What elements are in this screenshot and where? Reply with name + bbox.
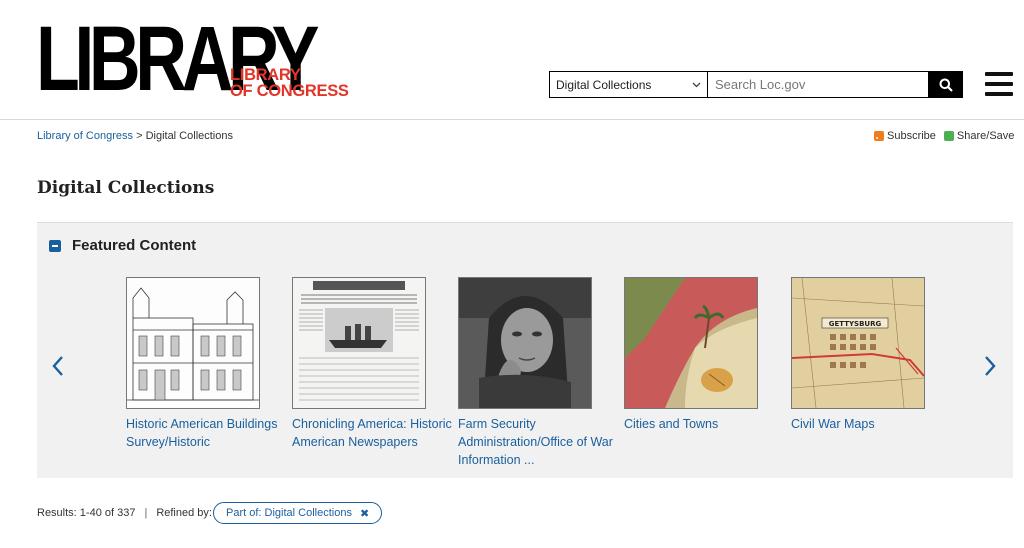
- chevron-down-icon: [692, 80, 701, 90]
- colored-map-thumbnail[interactable]: [624, 277, 758, 409]
- card-title[interactable]: Farm Security Administration/Office of W…: [458, 415, 618, 469]
- wordmark-line-2: OF CONGRESS: [230, 82, 349, 100]
- share-tools: Subscribe Share/Save: [874, 130, 1014, 142]
- close-icon[interactable]: ✖: [360, 507, 369, 520]
- featured-card[interactable]: GETTYSBURG Civil War Maps: [791, 277, 925, 433]
- search-button[interactable]: [929, 71, 963, 98]
- search-scope-value: Digital Collections: [556, 77, 652, 92]
- site-header: LIBRARY LIBRARY OF CONGRESS Digital Coll…: [0, 0, 1024, 120]
- card-title[interactable]: Chronicling America: Historic American N…: [292, 415, 452, 451]
- featured-card[interactable]: Historic American Buildings Survey/Histo…: [126, 277, 277, 451]
- featured-card[interactable]: Farm Security Administration/Office of W…: [458, 277, 613, 469]
- newspaper-thumbnail[interactable]: [292, 277, 426, 409]
- carousel-next-arrow-icon[interactable]: [983, 355, 997, 377]
- search-input[interactable]: Search Loc.gov: [708, 71, 929, 98]
- rss-icon: [874, 131, 884, 141]
- breadcrumb: Library of Congress > Digital Collection…: [37, 130, 233, 142]
- featured-content-toggle[interactable]: Featured Content: [49, 237, 196, 254]
- gettysburg-map-thumbnail[interactable]: GETTYSBURG: [791, 277, 925, 409]
- hamburger-menu-icon[interactable]: [985, 72, 1013, 96]
- library-of-congress-wordmark[interactable]: LIBRARY OF CONGRESS: [230, 66, 349, 100]
- building-drawing-thumbnail[interactable]: [126, 277, 260, 409]
- featured-content-panel: Featured Content Historic American Build…: [37, 222, 1013, 478]
- subscribe-label: Subscribe: [887, 130, 936, 142]
- collapse-icon: [49, 239, 61, 252]
- card-title[interactable]: Cities and Towns: [624, 415, 784, 433]
- card-title[interactable]: Historic American Buildings Survey/Histo…: [126, 415, 286, 451]
- carousel-prev-arrow-icon[interactable]: [51, 355, 65, 377]
- wordmark-line-1: LIBRARY: [230, 66, 301, 84]
- search-icon: [939, 78, 953, 92]
- share-save-label: Share/Save: [956, 130, 1015, 142]
- breadcrumb-current: Digital Collections: [145, 130, 233, 142]
- featured-card[interactable]: Chronicling America: Historic American N…: [292, 277, 452, 451]
- search-bar: Digital Collections Search Loc.gov: [549, 71, 963, 98]
- page-title: Digital Collections: [37, 178, 215, 198]
- search-scope-select[interactable]: Digital Collections: [549, 71, 708, 98]
- portrait-photo-thumbnail[interactable]: [458, 277, 592, 409]
- svg-text:GETTYSBURG: GETTYSBURG: [829, 320, 882, 328]
- featured-content-title: Featured Content: [72, 237, 197, 254]
- breadcrumb-home-link[interactable]: Library of Congress: [37, 130, 133, 142]
- filter-chip-label: Part of: Digital Collections: [226, 507, 352, 519]
- results-separator: |: [144, 507, 148, 519]
- results-summary-row: Results: 1-40 of 337 | Refined by:: [37, 507, 212, 519]
- breadcrumb-separator: >: [136, 130, 143, 142]
- filter-chip[interactable]: Part of: Digital Collections ✖: [213, 502, 383, 524]
- refined-by-label: Refined by:: [156, 507, 212, 519]
- share-icon: [943, 131, 954, 141]
- share-save-link[interactable]: Share/Save: [943, 130, 1015, 142]
- results-count: Results: 1-40 of 337: [37, 507, 136, 519]
- featured-card[interactable]: Cities and Towns: [624, 277, 758, 433]
- card-title[interactable]: Civil War Maps: [791, 415, 951, 433]
- subscribe-link[interactable]: Subscribe: [874, 130, 936, 142]
